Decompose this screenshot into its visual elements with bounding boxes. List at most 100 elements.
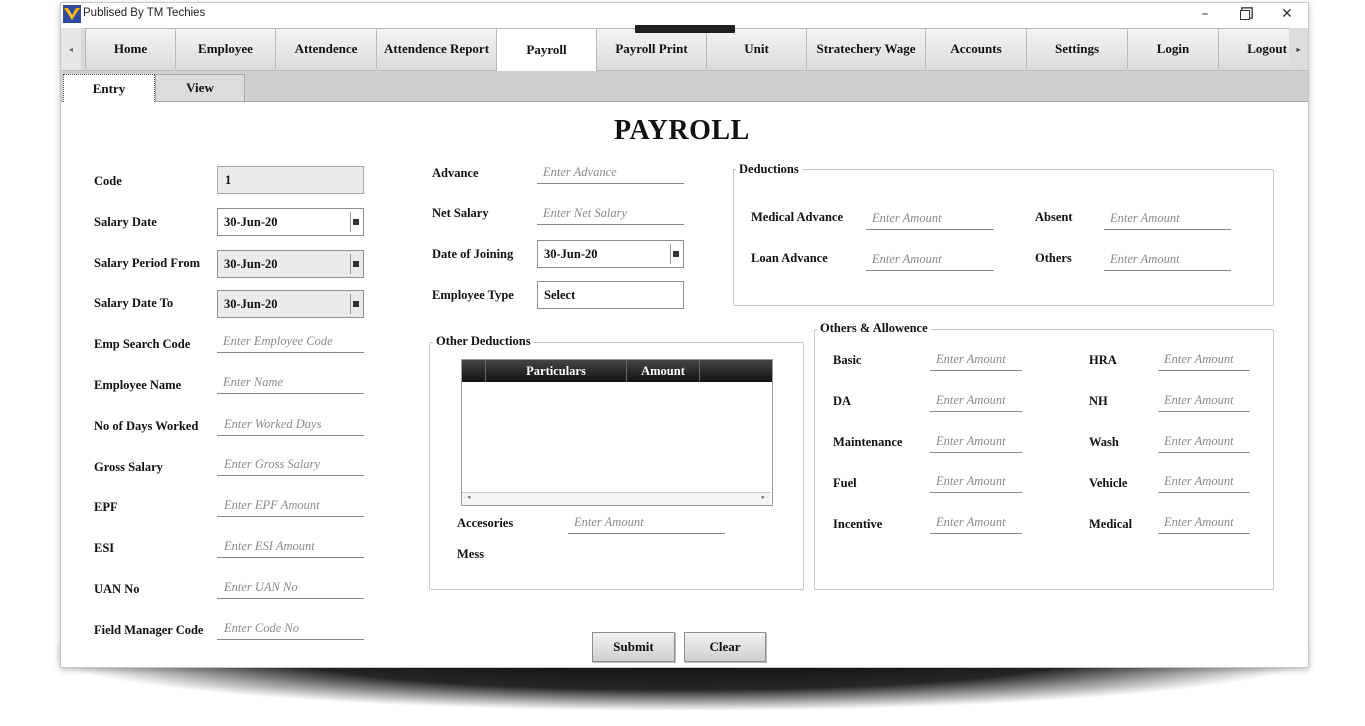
wash-input[interactable] [1158, 431, 1250, 453]
code-field[interactable]: 1 [217, 166, 364, 194]
scroll-right-icon[interactable]: ▸ [761, 493, 765, 501]
close-button[interactable]: ✕ [1267, 3, 1307, 25]
accesories-input[interactable] [568, 512, 725, 534]
field-manager-input[interactable] [217, 618, 364, 640]
loan-advance-label: Loan Advance [751, 251, 828, 265]
others-label: Others [1035, 251, 1072, 265]
page-title: PAYROLL [614, 115, 750, 146]
wash-label: Wash [1089, 435, 1119, 449]
clear-button[interactable]: Clear [684, 632, 766, 662]
row-header-cell [462, 360, 486, 382]
main-menu-bar: ◂ Home Employee Attendence Attendence Re… [61, 28, 1308, 71]
tab-attendence-report[interactable]: Attendence Report [376, 28, 497, 69]
calendar-icon[interactable] [350, 212, 361, 232]
emp-name-input[interactable] [217, 372, 364, 394]
employee-type-value: Select [544, 287, 576, 302]
tab-stratechery-wage[interactable]: Stratechery Wage [806, 28, 926, 69]
fuel-input[interactable] [930, 471, 1022, 493]
hra-label: HRA [1089, 353, 1117, 367]
menu-scroll-right-icon[interactable]: ▸ [1289, 28, 1308, 70]
code-value: 1 [225, 172, 232, 187]
esi-label: ESI [94, 541, 115, 555]
advance-input[interactable] [537, 162, 684, 184]
da-input[interactable] [930, 390, 1022, 412]
tab-employee[interactable]: Employee [175, 28, 276, 69]
emp-search-label: Emp Search Code [94, 337, 191, 351]
days-worked-input[interactable] [217, 414, 364, 436]
tab-unit[interactable]: Unit [706, 28, 807, 69]
doj-picker[interactable]: 30-Jun-20 [537, 240, 684, 268]
column-particulars[interactable]: Particulars [486, 360, 627, 382]
table-horizontal-scrollbar[interactable]: ◂ ▸ [462, 492, 770, 505]
basic-input[interactable] [930, 349, 1022, 371]
submit-button[interactable]: Submit [592, 632, 675, 662]
emp-search-input[interactable] [217, 331, 364, 353]
tab-accounts[interactable]: Accounts [925, 28, 1027, 69]
doj-value: 30-Jun-20 [544, 246, 598, 261]
incentive-label: Incentive [833, 517, 883, 531]
tab-drag-handle[interactable] [635, 25, 735, 33]
incentive-input[interactable] [930, 512, 1022, 534]
tab-settings[interactable]: Settings [1026, 28, 1128, 69]
tab-home[interactable]: Home [85, 28, 176, 69]
absent-label: Absent [1035, 210, 1073, 224]
net-salary-input[interactable] [537, 203, 684, 225]
epf-input[interactable] [217, 495, 364, 517]
employee-type-label: Employee Type [432, 288, 514, 302]
nh-input[interactable] [1158, 390, 1250, 412]
title-bar: Publised By TM Techies – ✕ [61, 3, 1308, 27]
app-window: Publised By TM Techies – ✕ ◂ Home Employ… [60, 2, 1309, 668]
uan-input[interactable] [217, 577, 364, 599]
maximize-button[interactable] [1225, 3, 1265, 25]
calendar-icon[interactable] [350, 294, 361, 314]
deductions-group [733, 169, 1274, 306]
table-header: Particulars Amount [462, 360, 772, 382]
absent-input[interactable] [1104, 208, 1231, 230]
vehicle-label: Vehicle [1089, 476, 1128, 490]
tab-payroll[interactable]: Payroll [496, 28, 597, 71]
code-label: Code [94, 174, 122, 188]
restore-icon [1240, 10, 1250, 20]
tab-view[interactable]: View [155, 74, 245, 101]
other-deductions-table[interactable]: Particulars Amount ◂ ▸ [461, 359, 773, 506]
gross-salary-label: Gross Salary [94, 460, 163, 474]
tab-logout[interactable]: Logout [1218, 28, 1290, 69]
deductions-title: Deductions [736, 162, 802, 177]
menu-scroll-left-icon[interactable]: ◂ [61, 28, 81, 70]
nh-label: NH [1089, 394, 1108, 408]
field-manager-label: Field Manager Code [94, 623, 204, 637]
app-logo-icon [63, 5, 81, 23]
other-deductions-title: Other Deductions [433, 334, 534, 349]
medical-input[interactable] [1158, 512, 1250, 534]
column-amount[interactable]: Amount [627, 360, 700, 382]
date-to-picker[interactable]: 30-Jun-20 [217, 290, 364, 318]
loan-advance-input[interactable] [866, 249, 994, 271]
period-from-picker[interactable]: 30-Jun-20 [217, 250, 364, 278]
calendar-icon[interactable] [670, 244, 681, 264]
tab-payroll-print[interactable]: Payroll Print [596, 28, 707, 69]
tab-entry[interactable]: Entry [63, 74, 155, 102]
period-from-label: Salary Period From [94, 256, 200, 270]
vehicle-input[interactable] [1158, 471, 1250, 493]
calendar-icon[interactable] [350, 254, 361, 274]
medical-advance-input[interactable] [866, 208, 994, 230]
tab-login[interactable]: Login [1127, 28, 1219, 69]
employee-type-select[interactable]: Select [537, 281, 684, 309]
sub-tab-bar: Entry View [61, 71, 1308, 102]
scroll-left-icon[interactable]: ◂ [467, 493, 471, 501]
salary-date-label: Salary Date [94, 215, 157, 229]
period-from-value: 30-Jun-20 [224, 256, 278, 271]
tab-attendence[interactable]: Attendence [275, 28, 377, 69]
net-salary-label: Net Salary [432, 206, 489, 220]
salary-date-picker[interactable]: 30-Jun-20 [217, 208, 364, 236]
hra-input[interactable] [1158, 349, 1250, 371]
others-input[interactable] [1104, 249, 1231, 271]
gross-salary-input[interactable] [217, 454, 364, 476]
allowance-title: Others & Allowence [817, 321, 931, 336]
maintenance-label: Maintenance [833, 435, 903, 449]
date-to-label: Salary Date To [94, 296, 174, 310]
emp-name-label: Employee Name [94, 378, 182, 392]
maintenance-input[interactable] [930, 431, 1022, 453]
minimize-button[interactable]: – [1185, 3, 1225, 25]
esi-input[interactable] [217, 536, 364, 558]
